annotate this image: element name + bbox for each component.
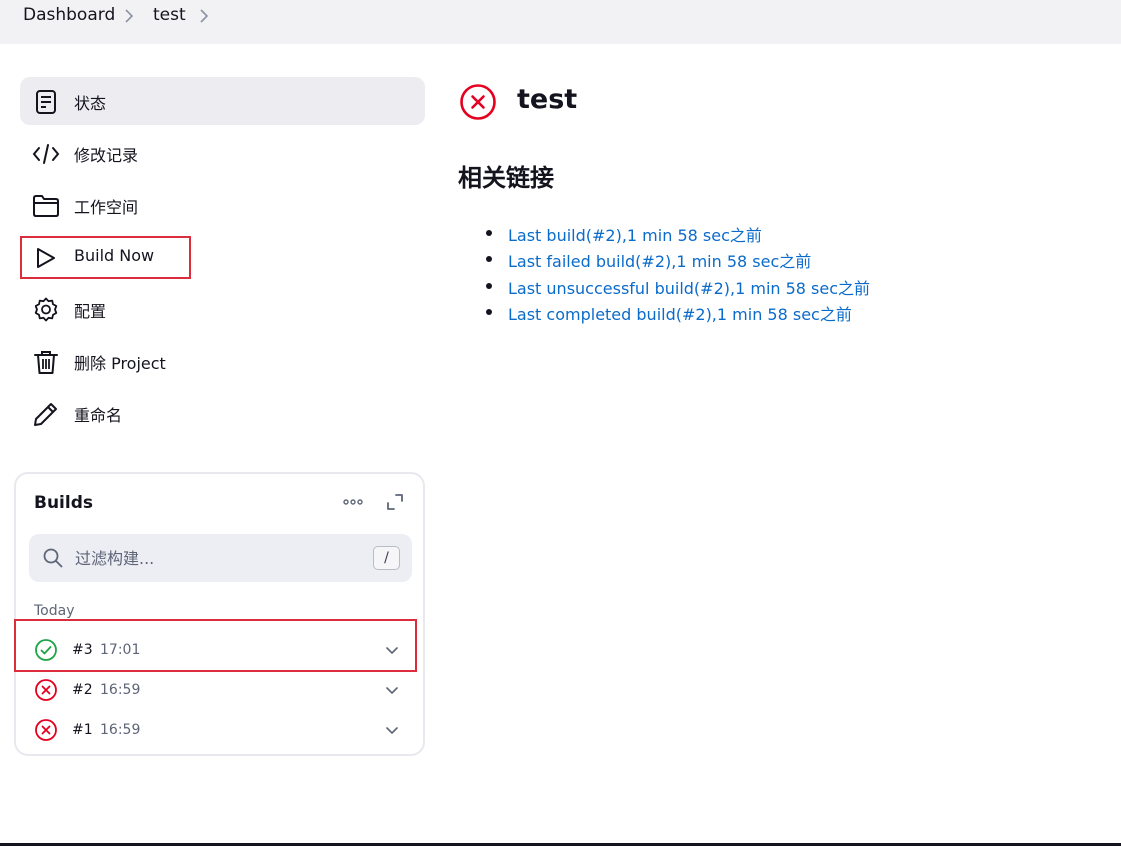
pencil-icon xyxy=(34,403,57,426)
list-item: Last failed build(#2),1 min 58 sec之前 xyxy=(486,248,870,274)
permalinks-title: 相关链接 xyxy=(458,164,554,192)
trash-icon xyxy=(34,351,58,374)
expand-icon[interactable] xyxy=(383,490,407,514)
code-icon xyxy=(32,144,60,164)
task-label: 工作空间 xyxy=(74,198,139,217)
build-filter-box: / xyxy=(29,534,412,582)
document-icon xyxy=(36,90,56,114)
task-delete-project[interactable]: 删除 Project xyxy=(20,337,425,385)
failed-status-icon xyxy=(460,84,496,120)
task-rename[interactable]: 重命名 xyxy=(20,389,425,437)
build-number[interactable]: #1 xyxy=(72,722,93,738)
list-item: Last completed build(#2),1 min 58 sec之前 xyxy=(486,301,870,327)
breadcrumb-bar: Dashboard test xyxy=(0,0,1121,44)
task-changes[interactable]: 修改记录 xyxy=(20,129,425,177)
build-time: 16:59 xyxy=(100,682,141,698)
permalink-last-unsuccessful-build[interactable]: Last unsuccessful build(#2),1 min 58 sec… xyxy=(508,279,870,298)
build-row-2[interactable]: #2 16:59 xyxy=(16,670,423,710)
gear-icon xyxy=(34,297,58,322)
build-filter-input[interactable] xyxy=(75,546,355,570)
search-icon xyxy=(43,548,63,568)
task-configure[interactable]: 配置 xyxy=(20,285,425,333)
task-label: 重命名 xyxy=(74,406,123,425)
more-options-icon[interactable] xyxy=(341,490,365,514)
task-workspace[interactable]: 工作空间 xyxy=(20,181,425,229)
list-item: Last unsuccessful build(#2),1 min 58 sec… xyxy=(486,275,870,301)
permalink-last-completed-build[interactable]: Last completed build(#2),1 min 58 sec之前 xyxy=(508,305,852,324)
builds-title: Builds xyxy=(34,493,94,513)
task-label: 删除 Project xyxy=(74,354,166,373)
failed-status-icon xyxy=(35,679,57,701)
builds-card: Builds / Today #3 17:01 #2 1 xyxy=(14,472,425,756)
permalinks-list: Last build(#2),1 min 58 sec之前 Last faile… xyxy=(486,222,870,328)
keyboard-shortcut-hint: / xyxy=(373,546,400,570)
task-status[interactable]: 状态 xyxy=(20,77,425,125)
failed-status-icon xyxy=(35,719,57,741)
build-now-highlight-box xyxy=(20,236,191,279)
list-item: Last build(#2),1 min 58 sec之前 xyxy=(486,222,870,248)
task-label: 状态 xyxy=(74,94,107,113)
chevron-down-icon[interactable] xyxy=(384,682,400,698)
permalink-last-failed-build[interactable]: Last failed build(#2),1 min 58 sec之前 xyxy=(508,252,811,271)
task-label: 配置 xyxy=(74,302,107,321)
breadcrumb-test[interactable]: test xyxy=(153,5,186,25)
build-group-label: Today xyxy=(34,603,75,619)
folder-icon xyxy=(33,195,59,217)
build-number[interactable]: #2 xyxy=(72,682,93,698)
chevron-down-icon[interactable] xyxy=(384,722,400,738)
permalink-last-build[interactable]: Last build(#2),1 min 58 sec之前 xyxy=(508,226,762,245)
build-3-highlight-box xyxy=(14,619,417,672)
chevron-right-icon[interactable] xyxy=(198,7,210,25)
page-title: test xyxy=(517,84,578,115)
build-time: 16:59 xyxy=(100,722,141,738)
chevron-right-icon xyxy=(125,9,134,23)
build-row-1[interactable]: #1 16:59 xyxy=(16,710,423,750)
task-label: 修改记录 xyxy=(74,146,139,165)
breadcrumb-dashboard[interactable]: Dashboard xyxy=(23,5,115,25)
